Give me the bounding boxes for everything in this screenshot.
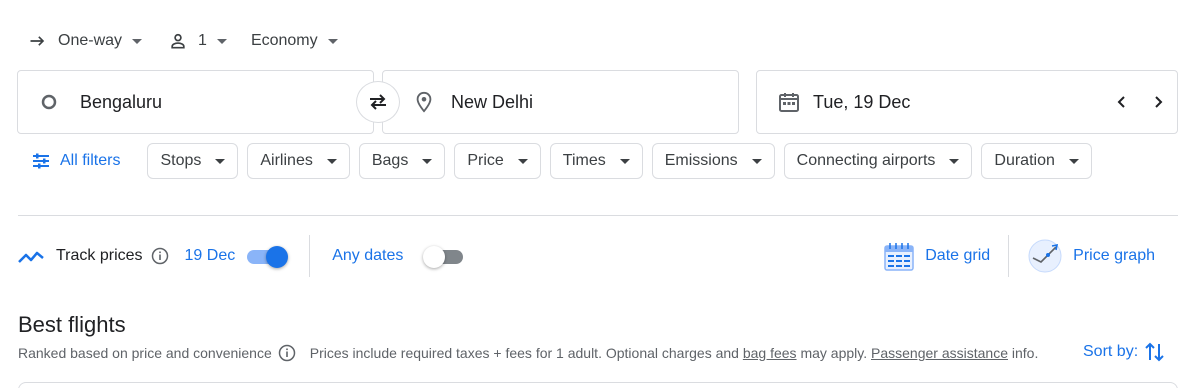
next-date-button[interactable] (1141, 71, 1175, 133)
tracked-date-label: 19 Dec (184, 247, 236, 264)
filter-chip-duration[interactable]: Duration (981, 143, 1092, 179)
swap-icon (370, 94, 386, 110)
arrow-right-icon (30, 36, 45, 46)
previous-date-button[interactable] (1105, 71, 1139, 133)
any-dates-label: Any dates (332, 247, 404, 264)
filter-chip-emissions[interactable]: Emissions (651, 143, 775, 179)
chip-label: Connecting airports (796, 152, 936, 169)
passenger-assistance-link[interactable]: Passenger assistance (871, 345, 1008, 361)
price-graph-label: Price graph (1073, 247, 1155, 264)
sort-by-button[interactable]: Sort by: (1083, 340, 1166, 364)
destination-value: New Delhi (451, 91, 534, 112)
price-note-text: info. (1011, 345, 1039, 361)
results-title: Best flights (18, 312, 126, 337)
chevron-down-icon (132, 38, 143, 44)
any-dates-toggle[interactable] (423, 246, 467, 268)
track-prices-label: Track prices (56, 247, 143, 264)
chip-label: Airlines (260, 152, 313, 169)
chevron-down-icon (1068, 158, 1079, 164)
sort-arrows-icon (1145, 342, 1164, 362)
results-subtitle: Ranked based on price and convenience (18, 345, 272, 361)
vertical-divider (1008, 235, 1010, 277)
sort-by-label: Sort by: (1083, 343, 1139, 360)
toggle-knob (423, 246, 446, 268)
chevron-down-icon (517, 158, 528, 164)
filter-chip-price[interactable]: Price (454, 143, 541, 179)
chip-label: Times (562, 152, 606, 169)
section-divider (18, 215, 1178, 216)
trip-options-bar: One-way 1 Economy (18, 26, 348, 56)
chip-label: Stops (160, 152, 202, 169)
chevron-down-icon (215, 158, 226, 164)
filter-chip-airlines[interactable]: Airlines (247, 143, 350, 179)
chevron-down-icon (216, 38, 227, 44)
trend-line-icon (18, 251, 44, 263)
calendar-icon (779, 93, 799, 112)
person-icon (171, 33, 185, 49)
results-subtitle-row: Ranked based on price and convenience Pr… (18, 344, 1038, 362)
date-grid-button[interactable]: Date grid (883, 240, 990, 272)
chip-label: Bags (371, 152, 409, 169)
filter-chip-connecting-airports[interactable]: Connecting airports (783, 143, 973, 179)
cabin-class-select[interactable]: Economy (241, 26, 348, 56)
passengers-select[interactable]: 1 (158, 26, 237, 56)
origin-value: Bengaluru (80, 91, 163, 112)
info-icon[interactable] (278, 344, 296, 362)
chip-label: Duration (994, 152, 1055, 169)
origin-field[interactable]: Bengaluru (17, 70, 374, 134)
toggle-knob (266, 246, 289, 268)
chip-label: Price (467, 152, 504, 169)
date-grid-label: Date grid (925, 247, 991, 264)
chevron-left-icon (1117, 96, 1125, 108)
chevron-down-icon (949, 158, 960, 164)
all-filters-label: All filters (60, 152, 121, 169)
departure-date-value: Tue, 19 Dec (813, 91, 911, 112)
tune-icon (33, 153, 49, 169)
trip-type-label: One-way (58, 32, 123, 49)
chevron-right-icon (1155, 96, 1163, 108)
view-tools: Date grid Price graph (883, 234, 1155, 278)
swap-button[interactable] (356, 81, 400, 123)
filter-chip-stops[interactable]: Stops (147, 143, 239, 179)
track-prices-bar: Track prices 19 Dec Any dates (18, 235, 467, 277)
trip-type-select[interactable]: One-way (18, 26, 152, 56)
chevron-down-icon (327, 38, 338, 44)
chevron-down-icon (751, 158, 762, 164)
vertical-divider (309, 235, 311, 277)
chevron-down-icon (619, 158, 630, 164)
chip-label: Emissions (664, 152, 738, 169)
cabin-class-label: Economy (250, 32, 318, 49)
info-icon[interactable] (151, 247, 169, 265)
destination-field[interactable]: New Delhi (382, 70, 739, 134)
location-pin-icon (416, 91, 432, 113)
price-note-text: Prices include required taxes + fees for… (309, 345, 739, 361)
chevron-down-icon (326, 158, 337, 164)
bag-fees-link[interactable]: bag fees (743, 345, 797, 361)
date-grid-icon (884, 243, 914, 271)
origin-circle-icon (41, 94, 57, 110)
passengers-count: 1 (198, 32, 207, 49)
filters-bar: All filters Stops Airlines Bags Price Ti… (18, 143, 1101, 179)
all-filters-button[interactable]: All filters (18, 152, 120, 170)
price-graph-button[interactable]: Price graph (1027, 238, 1155, 274)
price-note-text: may apply. (800, 345, 868, 361)
filter-chip-times[interactable]: Times (549, 143, 643, 179)
chevron-down-icon (422, 158, 433, 164)
filter-chip-bags[interactable]: Bags (358, 143, 446, 179)
departure-date-field[interactable]: Tue, 19 Dec (756, 70, 1178, 134)
flight-results-card (18, 382, 1178, 388)
price-graph-icon (1028, 239, 1062, 273)
track-date-toggle[interactable] (247, 246, 289, 268)
